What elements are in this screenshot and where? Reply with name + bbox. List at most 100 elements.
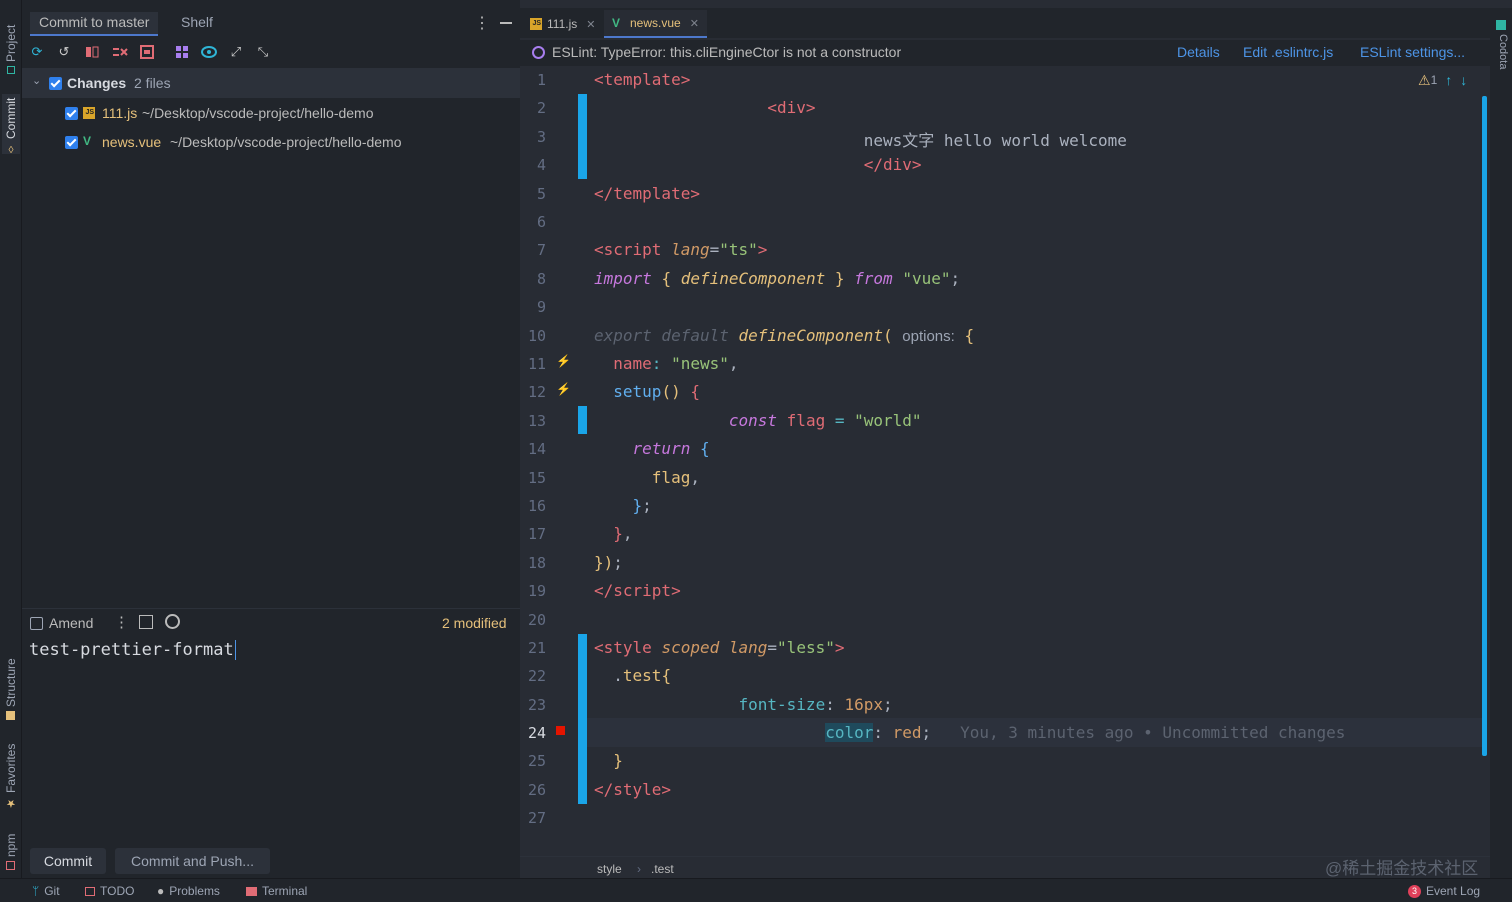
- code-line: <div>: [767, 98, 816, 117]
- commit-message-input[interactable]: test-prettier-format: [28, 640, 514, 840]
- file-path: ~/Desktop/vscode-project/hello-demo: [170, 134, 402, 150]
- eye-icon[interactable]: [200, 43, 218, 61]
- file-checkbox[interactable]: [65, 136, 78, 149]
- inspection-widget[interactable]: ⚠ 1 ↑ ↓: [1418, 70, 1488, 90]
- code-line: flag,: [651, 468, 700, 487]
- file-checkbox[interactable]: [65, 107, 78, 120]
- commit-message-text: test-prettier-format: [29, 640, 236, 660]
- eslint-message: ESLint: TypeError: this.cliEngineCtor is…: [552, 44, 902, 60]
- commit-tool-tab[interactable]: ◊ Commit: [2, 94, 20, 154]
- status-bar: ᛘ Git TODO ● Problems Terminal 3 Event Log: [0, 878, 1512, 902]
- code-line: .test{: [613, 666, 672, 685]
- tab-shelf[interactable]: Shelf: [172, 12, 222, 36]
- favorites-tool-tab[interactable]: ★ Favorites: [2, 740, 20, 810]
- unshelve-icon[interactable]: [138, 43, 156, 61]
- changes-checkbox[interactable]: [49, 77, 62, 90]
- minimize-icon[interactable]: [500, 22, 512, 24]
- code-line: import { defineComponent } from "vue";: [594, 269, 961, 288]
- editor-tabs: JS 111.js ✕ Vnews.vue ✕: [520, 8, 1512, 38]
- tab-111-js[interactable]: JS 111.js ✕: [522, 10, 603, 38]
- modified-count: 2 modified: [442, 615, 507, 631]
- commit-panel: Commit to master Shelf ⋮ ⟳ ↺ ⤢ ⤡ ⌄ Chang…: [22, 0, 520, 878]
- code-line: news文字 hello world welcome: [863, 131, 1127, 150]
- eslint-settings-link[interactable]: ESLint settings...: [1360, 44, 1465, 60]
- diff-icon[interactable]: [83, 43, 101, 61]
- commit-panel-tabs: Commit to master Shelf ⋮: [22, 8, 520, 38]
- code-line: <style scoped lang="less">: [594, 638, 845, 657]
- list-item[interactable]: JS 111.js ~/Desktop/vscode-project/hello…: [22, 99, 520, 127]
- terminal-tool-button[interactable]: Terminal: [246, 884, 307, 898]
- code-area[interactable]: <template> <div> news文字 hello world welc…: [520, 66, 1420, 856]
- changes-label: Changes: [67, 75, 127, 91]
- changes-group-row[interactable]: ⌄ Changes 2 files: [22, 68, 520, 98]
- amend-checkbox[interactable]: [30, 617, 43, 630]
- breadcrumb-item[interactable]: .test: [651, 862, 674, 876]
- git-tool-button[interactable]: ᛘ Git: [32, 884, 60, 898]
- arrow-up-icon[interactable]: ↑: [1445, 72, 1452, 88]
- terminal-icon: [246, 886, 257, 896]
- file-name: news.vue: [102, 134, 162, 150]
- watermark: @稀土掘金技术社区: [1325, 859, 1479, 878]
- code-line: export default defineComponent( options:…: [594, 326, 975, 345]
- js-file-icon: JS: [83, 107, 95, 119]
- code-line: const flag = "world": [728, 411, 922, 430]
- code-line: };: [632, 496, 652, 515]
- arrow-down-icon[interactable]: ↓: [1460, 72, 1467, 88]
- close-icon[interactable]: ✕: [690, 17, 699, 30]
- codota-tool-tab[interactable]: Codota: [1493, 34, 1509, 69]
- vue-file-icon: V: [83, 134, 92, 148]
- details-link[interactable]: Details: [1177, 44, 1220, 60]
- more-options-icon[interactable]: ⋮: [114, 613, 129, 631]
- structure-icon: [6, 711, 16, 720]
- clock-icon[interactable]: [165, 614, 180, 629]
- code-line: <template>: [594, 70, 691, 89]
- code-line: </script>: [594, 581, 681, 600]
- todo-tool-button[interactable]: TODO: [85, 884, 134, 898]
- project-tool-tab[interactable]: Project: [2, 16, 20, 74]
- npm-tool-tab[interactable]: npm: [2, 826, 20, 870]
- breadcrumb-item[interactable]: style: [597, 862, 622, 876]
- code-line: </style>: [594, 780, 672, 799]
- commit-toolbar: ⟳ ↺ ⤢ ⤡: [22, 40, 520, 66]
- folder-icon: [7, 66, 15, 74]
- eslint-icon: [532, 46, 545, 59]
- branch-icon: ᛘ: [32, 884, 40, 898]
- copy-icon[interactable]: [139, 615, 153, 629]
- more-options-icon[interactable]: ⋮: [474, 13, 490, 33]
- git-blame-annotation: You, 3 minutes ago • Uncommitted changes: [960, 723, 1346, 742]
- tab-news-vue[interactable]: Vnews.vue ✕: [604, 10, 707, 38]
- code-line: <script lang="ts">: [594, 240, 768, 259]
- commit-options-row: Amend ⋮ 2 modified: [22, 608, 520, 636]
- code-line: color: red; You, 3 minutes ago • Uncommi…: [825, 723, 1346, 742]
- rollback-icon[interactable]: ↺: [55, 43, 73, 61]
- refresh-icon[interactable]: ⟳: [28, 43, 46, 61]
- commit-icon: ◊: [5, 143, 17, 154]
- code-line: return {: [632, 439, 710, 458]
- warning-icon: ⚠: [1418, 71, 1431, 88]
- code-line: },: [613, 524, 633, 543]
- collapse-all-icon[interactable]: ⤡: [254, 43, 272, 61]
- problems-tool-button[interactable]: ● Problems: [157, 884, 220, 898]
- eslint-banner: ESLint: TypeError: this.cliEngineCtor is…: [520, 40, 1512, 66]
- list-item[interactable]: V news.vue ~/Desktop/vscode-project/hell…: [22, 128, 520, 156]
- structure-tool-tab[interactable]: Structure: [2, 650, 20, 720]
- chevron-down-icon[interactable]: ⌄: [32, 74, 41, 87]
- commit-button[interactable]: Commit: [30, 848, 106, 874]
- group-by-icon[interactable]: [173, 43, 191, 61]
- event-count-badge: 3: [1408, 884, 1421, 898]
- commit-and-push-button[interactable]: Commit and Push...: [115, 848, 270, 874]
- code-line: </template>: [594, 184, 700, 203]
- expand-all-icon[interactable]: ⤢: [227, 43, 245, 61]
- code-line: name: "news",: [613, 354, 739, 373]
- tab-commit-to-master[interactable]: Commit to master: [30, 12, 159, 36]
- breadcrumb: style › .test @稀土掘金技术社区: [520, 856, 1512, 878]
- right-tool-stripe: Codota: [1490, 8, 1512, 878]
- chevron-right-icon: ›: [637, 862, 641, 876]
- warning-count: 1: [1430, 73, 1438, 87]
- code-line: setup() {: [613, 382, 700, 401]
- edit-eslintrc-link[interactable]: Edit .eslintrc.js: [1243, 44, 1333, 60]
- shelve-icon[interactable]: [111, 43, 129, 61]
- event-log-button[interactable]: 3 Event Log: [1408, 884, 1480, 898]
- scrollbar[interactable]: [1482, 96, 1487, 756]
- close-icon[interactable]: ✕: [586, 18, 595, 31]
